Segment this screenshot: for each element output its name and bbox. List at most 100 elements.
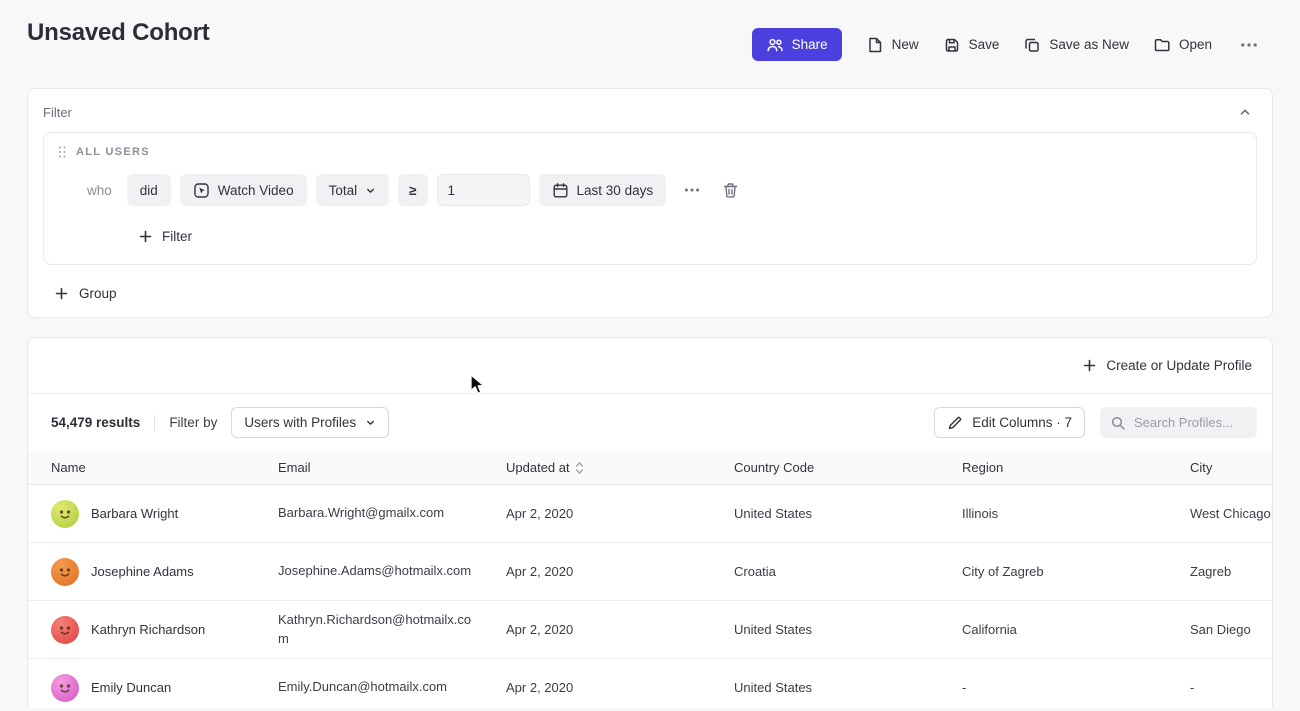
filter-by-label: Filter by xyxy=(169,415,217,430)
share-button-label: Share xyxy=(792,37,828,52)
who-label: who xyxy=(87,183,112,198)
add-group-button[interactable]: Group xyxy=(54,286,117,301)
filter-panel-title: Filter xyxy=(43,105,72,120)
delete-filter-button[interactable] xyxy=(718,178,743,203)
avatar xyxy=(51,500,79,528)
folder-icon xyxy=(1153,36,1171,54)
cohort-builder-page: Unsaved Cohort Share New Save xyxy=(0,0,1300,708)
divider xyxy=(154,415,155,431)
ellipsis-icon xyxy=(1240,42,1258,48)
column-header-label: Name xyxy=(51,460,86,475)
profile-updated-cell: Apr 2, 2020 xyxy=(506,564,734,579)
drag-handle-icon[interactable] xyxy=(57,145,67,159)
new-document-icon xyxy=(866,36,884,54)
results-panel: Create or Update Profile 54,479 results … xyxy=(27,337,1273,708)
column-header-name[interactable]: Name xyxy=(28,460,278,475)
plus-icon xyxy=(1082,358,1097,373)
event-selector[interactable]: Watch Video xyxy=(180,174,307,206)
column-header-country-code[interactable]: Country Code xyxy=(734,460,962,475)
save-as-new-button-label: Save as New xyxy=(1049,37,1129,52)
add-filter-label: Filter xyxy=(162,229,192,244)
share-button[interactable]: Share xyxy=(752,28,842,61)
filter-panel: Filter ALL USERS who did xyxy=(27,88,1273,318)
more-options-button[interactable] xyxy=(1236,38,1262,52)
profile-email-cell: Barbara.Wright@gmailx.com xyxy=(278,504,506,523)
collapse-filter-button[interactable] xyxy=(1234,101,1256,123)
edit-columns-label: Edit Columns · 7 xyxy=(972,415,1072,430)
profile-search[interactable] xyxy=(1100,407,1257,438)
profile-name-cell: Kathryn Richardson xyxy=(28,616,278,644)
column-header-label: Region xyxy=(962,460,1003,475)
page-title: Unsaved Cohort xyxy=(27,19,210,47)
column-header-email[interactable]: Email xyxy=(278,460,506,475)
filter-group-box: ALL USERS who did Watch Video Total xyxy=(43,132,1257,265)
operator-selector-label: ≥ xyxy=(409,183,416,198)
column-header-label: City xyxy=(1190,460,1212,475)
table-row[interactable]: Barbara WrightBarbara.Wright@gmailx.comA… xyxy=(28,485,1272,543)
aggregation-selector-label: Total xyxy=(329,183,358,198)
did-selector[interactable]: did xyxy=(127,174,171,206)
save-as-new-button[interactable]: Save as New xyxy=(1023,36,1129,54)
did-selector-label: did xyxy=(140,183,158,198)
column-header-label: Email xyxy=(278,460,311,475)
create-or-update-profile-label: Create or Update Profile xyxy=(1106,358,1252,373)
edit-columns-button[interactable]: Edit Columns · 7 xyxy=(934,407,1085,438)
profile-filter-dropdown[interactable]: Users with Profiles xyxy=(231,407,389,438)
avatar xyxy=(51,558,79,586)
profile-country-cell: United States xyxy=(734,506,962,521)
aggregation-selector[interactable]: Total xyxy=(316,174,390,206)
table-row[interactable]: Kathryn RichardsonKathryn.Richardson@hot… xyxy=(28,601,1272,659)
chevron-down-icon xyxy=(365,417,376,428)
ellipsis-icon xyxy=(684,187,700,193)
chevron-down-icon xyxy=(365,185,376,196)
profile-name: Josephine Adams xyxy=(91,564,194,579)
column-header-region[interactable]: Region xyxy=(962,460,1190,475)
date-range-selector[interactable]: Last 30 days xyxy=(539,174,667,206)
chevron-up-icon xyxy=(1238,105,1252,119)
profile-country-cell: Croatia xyxy=(734,564,962,579)
copy-icon xyxy=(1023,36,1041,54)
open-button-label: Open xyxy=(1179,37,1212,52)
table-row[interactable]: Emily DuncanEmily.Duncan@hotmailx.comApr… xyxy=(28,659,1272,708)
avatar xyxy=(51,616,79,644)
profile-city-cell: Zagreb xyxy=(1190,564,1273,579)
plus-icon xyxy=(54,286,69,301)
event-icon xyxy=(193,182,210,199)
profile-region-cell: California xyxy=(962,622,1190,637)
table-row[interactable]: Josephine Adams Josephine.Adams@hotmailx.… xyxy=(28,543,1272,601)
profile-email-cell: Josephine.Adams@hotmailx.com xyxy=(278,562,506,581)
search-icon xyxy=(1110,415,1126,431)
column-header-city[interactable]: City xyxy=(1190,460,1273,475)
profile-region-cell: City of Zagreb xyxy=(962,564,1190,579)
column-header-label: Updated at xyxy=(506,460,570,475)
top-bar: Unsaved Cohort Share New Save xyxy=(0,0,1300,88)
sort-icon[interactable] xyxy=(575,461,584,475)
column-header-label: Country Code xyxy=(734,460,814,475)
results-count: 54,479 results xyxy=(51,415,140,430)
profile-region-cell: - xyxy=(962,680,1190,695)
add-filter-button[interactable]: Filter xyxy=(138,229,192,244)
search-input[interactable] xyxy=(1134,415,1247,430)
profiles-table-header: Name Email Updated at Country Code Region Cit… xyxy=(28,451,1272,485)
save-button[interactable]: Save xyxy=(943,36,1000,54)
save-icon xyxy=(943,36,961,54)
column-header-updated-at[interactable]: Updated at xyxy=(506,460,734,475)
date-range-label: Last 30 days xyxy=(577,183,654,198)
plus-icon xyxy=(138,229,153,244)
new-button[interactable]: New xyxy=(866,36,919,54)
profile-updated-cell: Apr 2, 2020 xyxy=(506,506,734,521)
filter-options-button[interactable] xyxy=(680,183,704,197)
profile-name-cell: Emily Duncan xyxy=(28,674,278,702)
threshold-input[interactable] xyxy=(437,174,530,206)
new-button-label: New xyxy=(892,37,919,52)
profile-city-cell: San Diego xyxy=(1190,622,1273,637)
profile-updated-cell: Apr 2, 2020 xyxy=(506,680,734,695)
open-button[interactable]: Open xyxy=(1153,36,1212,54)
trash-icon xyxy=(722,182,739,199)
calendar-icon xyxy=(552,182,569,199)
save-button-label: Save xyxy=(969,37,1000,52)
operator-selector[interactable]: ≥ xyxy=(398,174,427,206)
profiles-table-body: Barbara WrightBarbara.Wright@gmailx.comA… xyxy=(28,485,1272,708)
create-or-update-profile-button[interactable]: Create or Update Profile xyxy=(1082,358,1252,373)
profile-email-cell: Kathryn.Richardson@hotmailx.com xyxy=(278,611,506,649)
